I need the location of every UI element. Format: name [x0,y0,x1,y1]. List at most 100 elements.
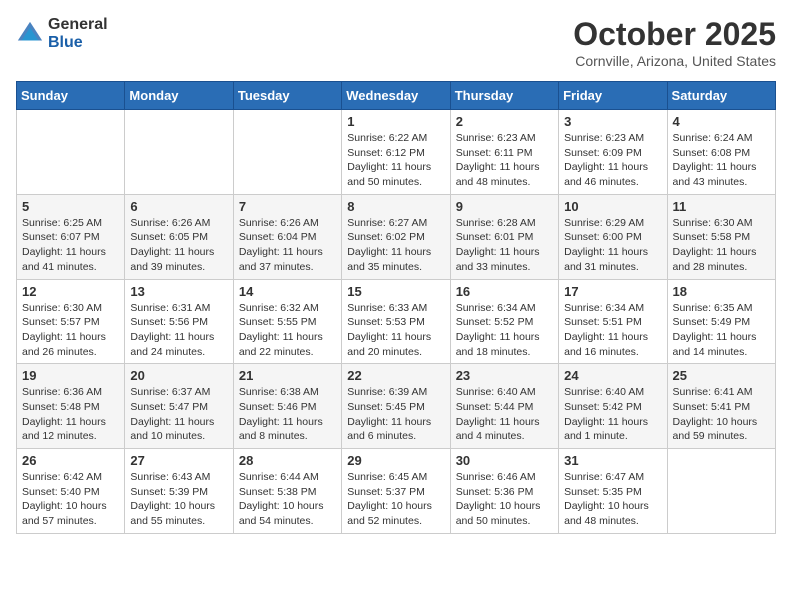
day-number: 26 [22,453,119,468]
day-number: 29 [347,453,444,468]
day-number: 7 [239,199,336,214]
day-info: Sunrise: 6:26 AM Sunset: 6:04 PM Dayligh… [239,216,336,275]
calendar-day-16: 16 Sunrise: 6:34 AM Sunset: 5:52 PM Dayli… [450,279,558,364]
calendar-day-13: 13 Sunrise: 6:31 AM Sunset: 5:56 PM Dayli… [125,279,233,364]
day-info: Sunrise: 6:39 AM Sunset: 5:45 PM Dayligh… [347,385,444,444]
day-number: 11 [673,199,770,214]
day-number: 10 [564,199,661,214]
calendar-day-17: 17 Sunrise: 6:34 AM Sunset: 5:51 PM Dayli… [559,279,667,364]
calendar-day-29: 29Sunrise: 6:45 AM Sunset: 5:37 PM Dayli… [342,449,450,534]
logo-icon [16,20,44,48]
day-info: Sunrise: 6:23 AM Sunset: 6:09 PM Dayligh… [564,131,661,190]
calendar-empty-cell [233,110,341,195]
day-info: Sunrise: 6:40 AM Sunset: 5:42 PM Dayligh… [564,385,661,444]
day-number: 18 [673,284,770,299]
day-number: 13 [130,284,227,299]
day-info: Sunrise: 6:29 AM Sunset: 6:00 PM Dayligh… [564,216,661,275]
logo-blue-text: Blue [48,34,108,52]
day-info: Sunrise: 6:25 AM Sunset: 6:07 PM Dayligh… [22,216,119,275]
calendar-day-7: 7 Sunrise: 6:26 AM Sunset: 6:04 PM Daylig… [233,194,341,279]
calendar-day-10: 10 Sunrise: 6:29 AM Sunset: 6:00 PM Dayli… [559,194,667,279]
calendar-header-monday: Monday [125,82,233,110]
calendar-header-row: SundayMondayTuesdayWednesdayThursdayFrid… [17,82,776,110]
day-number: 6 [130,199,227,214]
day-number: 12 [22,284,119,299]
day-info: Sunrise: 6:41 AM Sunset: 5:41 PM Dayligh… [673,385,770,444]
calendar-day-26: 26 Sunrise: 6:42 AM Sunset: 5:40 PM Dayli… [17,449,125,534]
day-info: Sunrise: 6:34 AM Sunset: 5:51 PM Dayligh… [564,301,661,360]
day-info: Sunrise: 6:26 AM Sunset: 6:05 PM Dayligh… [130,216,227,275]
calendar-day-8: 8 Sunrise: 6:27 AM Sunset: 6:02 PM Daylig… [342,194,450,279]
day-info: Sunrise: 6:38 AM Sunset: 5:46 PM Dayligh… [239,385,336,444]
calendar-day-18: 18 Sunrise: 6:35 AM Sunset: 5:49 PM Dayli… [667,279,775,364]
day-info: Sunrise: 6:28 AM Sunset: 6:01 PM Dayligh… [456,216,553,275]
page-header: General Blue October 2025 Cornville, Ari… [16,16,776,69]
calendar-header-saturday: Saturday [667,82,775,110]
logo: General Blue [16,16,108,51]
day-info: Sunrise: 6:30 AM Sunset: 5:58 PM Dayligh… [673,216,770,275]
calendar-day-31: 31 Sunrise: 6:47 AM Sunset: 5:35 PM Dayli… [559,449,667,534]
calendar-day-9: 9Sunrise: 6:28 AM Sunset: 6:01 PM Daylig… [450,194,558,279]
day-info: Sunrise: 6:42 AM Sunset: 5:40 PM Dayligh… [22,470,119,529]
logo-text: General Blue [48,16,108,51]
day-info: Sunrise: 6:31 AM Sunset: 5:56 PM Dayligh… [130,301,227,360]
calendar-day-22: 22 Sunrise: 6:39 AM Sunset: 5:45 PM Dayli… [342,364,450,449]
day-info: Sunrise: 6:32 AM Sunset: 5:55 PM Dayligh… [239,301,336,360]
day-info: Sunrise: 6:35 AM Sunset: 5:49 PM Dayligh… [673,301,770,360]
day-number: 8 [347,199,444,214]
calendar-week-row: 19Sunrise: 6:36 AM Sunset: 5:48 PM Dayli… [17,364,776,449]
month-title: October 2025 [573,16,776,53]
day-number: 1 [347,114,444,129]
calendar-day-25: 25 Sunrise: 6:41 AM Sunset: 5:41 PM Dayli… [667,364,775,449]
calendar-day-24: 24Sunrise: 6:40 AM Sunset: 5:42 PM Dayli… [559,364,667,449]
calendar-day-21: 21 Sunrise: 6:38 AM Sunset: 5:46 PM Dayli… [233,364,341,449]
day-number: 27 [130,453,227,468]
calendar-day-2: 2Sunrise: 6:23 AM Sunset: 6:11 PM Daylig… [450,110,558,195]
day-number: 22 [347,368,444,383]
calendar-header-thursday: Thursday [450,82,558,110]
calendar-empty-cell [17,110,125,195]
day-number: 3 [564,114,661,129]
day-info: Sunrise: 6:22 AM Sunset: 6:12 PM Dayligh… [347,131,444,190]
logo-general-text: General [48,16,108,34]
location: Cornville, Arizona, United States [573,53,776,69]
calendar-day-14: 14Sunrise: 6:32 AM Sunset: 5:55 PM Dayli… [233,279,341,364]
calendar-day-19: 19Sunrise: 6:36 AM Sunset: 5:48 PM Dayli… [17,364,125,449]
calendar-header-wednesday: Wednesday [342,82,450,110]
title-section: October 2025 Cornville, Arizona, United … [573,16,776,69]
day-number: 5 [22,199,119,214]
calendar-day-27: 27 Sunrise: 6:43 AM Sunset: 5:39 PM Dayli… [125,449,233,534]
day-number: 28 [239,453,336,468]
calendar-empty-cell [667,449,775,534]
day-number: 23 [456,368,553,383]
day-number: 25 [673,368,770,383]
day-number: 30 [456,453,553,468]
calendar-day-1: 1 Sunrise: 6:22 AM Sunset: 6:12 PM Daylig… [342,110,450,195]
calendar-day-23: 23 Sunrise: 6:40 AM Sunset: 5:44 PM Dayli… [450,364,558,449]
day-info: Sunrise: 6:47 AM Sunset: 5:35 PM Dayligh… [564,470,661,529]
calendar-header-friday: Friday [559,82,667,110]
calendar-header-sunday: Sunday [17,82,125,110]
calendar-week-row: 12Sunrise: 6:30 AM Sunset: 5:57 PM Dayli… [17,279,776,364]
day-info: Sunrise: 6:37 AM Sunset: 5:47 PM Dayligh… [130,385,227,444]
calendar-week-row: 5 Sunrise: 6:25 AM Sunset: 6:07 PM Daylig… [17,194,776,279]
calendar-day-28: 28Sunrise: 6:44 AM Sunset: 5:38 PM Dayli… [233,449,341,534]
day-number: 17 [564,284,661,299]
day-number: 31 [564,453,661,468]
day-number: 19 [22,368,119,383]
calendar-day-3: 3 Sunrise: 6:23 AM Sunset: 6:09 PM Daylig… [559,110,667,195]
calendar-day-30: 30 Sunrise: 6:46 AM Sunset: 5:36 PM Dayli… [450,449,558,534]
day-info: Sunrise: 6:40 AM Sunset: 5:44 PM Dayligh… [456,385,553,444]
day-info: Sunrise: 6:24 AM Sunset: 6:08 PM Dayligh… [673,131,770,190]
calendar-day-12: 12Sunrise: 6:30 AM Sunset: 5:57 PM Dayli… [17,279,125,364]
calendar-day-15: 15Sunrise: 6:33 AM Sunset: 5:53 PM Dayli… [342,279,450,364]
calendar-day-11: 11 Sunrise: 6:30 AM Sunset: 5:58 PM Dayli… [667,194,775,279]
calendar-empty-cell [125,110,233,195]
day-info: Sunrise: 6:46 AM Sunset: 5:36 PM Dayligh… [456,470,553,529]
day-info: Sunrise: 6:23 AM Sunset: 6:11 PM Dayligh… [456,131,553,190]
day-info: Sunrise: 6:34 AM Sunset: 5:52 PM Dayligh… [456,301,553,360]
day-number: 16 [456,284,553,299]
day-number: 21 [239,368,336,383]
day-info: Sunrise: 6:43 AM Sunset: 5:39 PM Dayligh… [130,470,227,529]
day-info: Sunrise: 6:27 AM Sunset: 6:02 PM Dayligh… [347,216,444,275]
